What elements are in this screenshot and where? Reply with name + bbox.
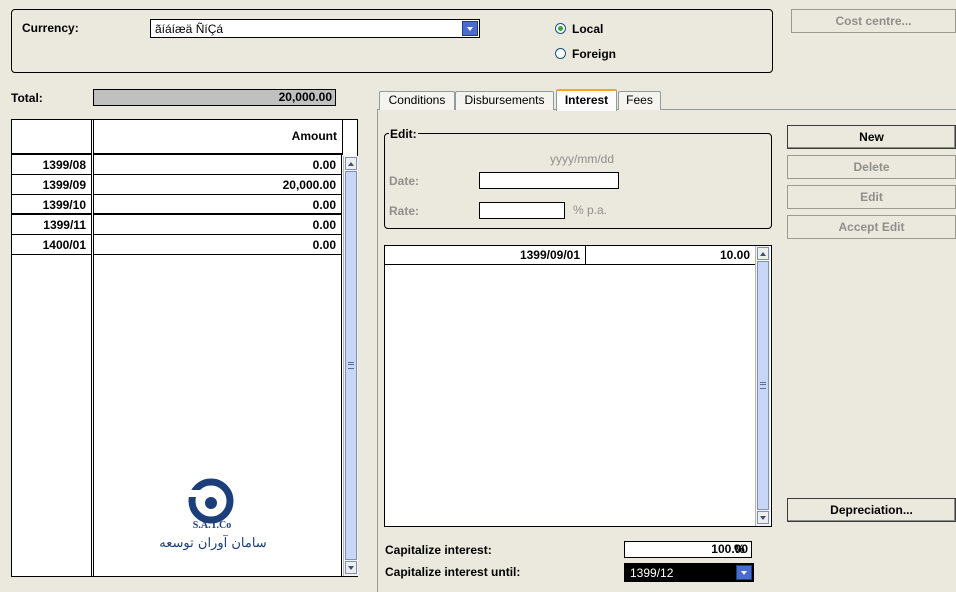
- accept-edit-button[interactable]: Accept Edit: [787, 215, 956, 239]
- rate-unit: % p.a.: [573, 203, 608, 217]
- satco-logo-icon: [188, 478, 234, 524]
- capitalize-until-select[interactable]: 1399/12: [624, 563, 754, 582]
- cost-centre-button[interactable]: Cost centre...: [791, 9, 956, 33]
- chevron-down-icon[interactable]: [462, 21, 478, 36]
- edit-button[interactable]: Edit: [787, 185, 956, 209]
- table-row[interactable]: 1400/01 0.00: [12, 236, 342, 255]
- period-cell: 1400/01: [12, 236, 91, 255]
- currency-select-value: ãíáíæä ÑíÇá: [155, 22, 224, 36]
- currency-select[interactable]: ãíáíæä ÑíÇá: [150, 19, 480, 38]
- interest-scrollbar[interactable]: [755, 246, 770, 526]
- scroll-down-icon[interactable]: [345, 561, 357, 574]
- interest-rate-cell: 10.00: [586, 246, 755, 265]
- tab-fees[interactable]: Fees: [618, 91, 661, 110]
- currency-label: Currency:: [22, 21, 79, 35]
- scroll-up-icon[interactable]: [757, 247, 769, 260]
- logo-text: S.A.T.Co: [192, 520, 232, 531]
- total-label: Total:: [11, 91, 43, 105]
- capitalize-until-label: Capitalize interest until:: [385, 565, 521, 579]
- satco-logo: S.A.T.Co سامان آوران توسعه: [159, 472, 267, 562]
- local-radio[interactable]: [555, 23, 566, 34]
- table-row[interactable]: 1399/11 0.00: [12, 216, 342, 235]
- interest-table: 1399/09/01 10.00: [384, 245, 772, 527]
- local-radio-label: Local: [572, 22, 604, 36]
- amount-cell: 0.00: [94, 196, 341, 215]
- period-cell: 1399/10: [12, 196, 91, 215]
- date-input[interactable]: [479, 172, 619, 189]
- chevron-down-icon[interactable]: [736, 565, 752, 580]
- date-format-hint: yyyy/mm/dd: [550, 152, 615, 166]
- capitalize-interest-label: Capitalize interest:: [385, 543, 492, 557]
- scroll-up-icon[interactable]: [345, 157, 357, 170]
- foreign-radio-label: Foreign: [572, 47, 616, 61]
- edit-legend: Edit:: [389, 127, 418, 141]
- period-cell: 1399/11: [12, 216, 91, 235]
- period-header: [12, 120, 92, 155]
- amount-cell: 0.00: [94, 156, 341, 175]
- depreciation-button[interactable]: Depreciation...: [787, 498, 956, 522]
- total-value: 20,000.00: [93, 89, 336, 106]
- schedule-scrollbar[interactable]: [343, 156, 358, 576]
- amount-cell: 0.00: [94, 216, 341, 235]
- interest-date-cell: 1399/09/01: [385, 246, 586, 265]
- delete-button[interactable]: Delete: [787, 155, 956, 179]
- rate-label: Rate:: [389, 204, 420, 218]
- date-label: Date:: [389, 174, 420, 188]
- table-row[interactable]: 1399/09 20,000.00: [12, 176, 342, 195]
- new-button[interactable]: New: [787, 125, 956, 149]
- table-row[interactable]: 1399/10 0.00: [12, 196, 342, 215]
- percent-sign: %: [734, 542, 745, 556]
- tab-interest[interactable]: Interest: [556, 89, 617, 111]
- tab-conditions[interactable]: Conditions: [379, 91, 455, 110]
- amount-cell: 0.00: [94, 236, 341, 255]
- scroll-thumb[interactable]: [345, 171, 357, 560]
- amount-cell: 20,000.00: [94, 176, 341, 195]
- scroll-thumb[interactable]: [757, 261, 769, 510]
- schedule-table: Amount 1399/08 0.00 1399/09 20,000.00 1399/1…: [11, 119, 358, 577]
- table-row[interactable]: 1399/08 0.00: [12, 156, 342, 175]
- logo-persian-text: سامان آوران توسعه: [159, 536, 267, 551]
- amount-header: Amount: [93, 120, 343, 155]
- scroll-down-icon[interactable]: [757, 511, 769, 524]
- tab-disbursements[interactable]: Disbursements: [455, 91, 554, 110]
- table-row[interactable]: 1399/09/01 10.00: [385, 246, 755, 265]
- rate-input[interactable]: [479, 202, 565, 219]
- foreign-radio[interactable]: [555, 48, 566, 59]
- capitalize-interest-input[interactable]: 100.00: [624, 541, 752, 558]
- capitalize-until-value: 1399/12: [630, 566, 674, 580]
- period-cell: 1399/08: [12, 156, 91, 175]
- period-cell: 1399/09: [12, 176, 91, 195]
